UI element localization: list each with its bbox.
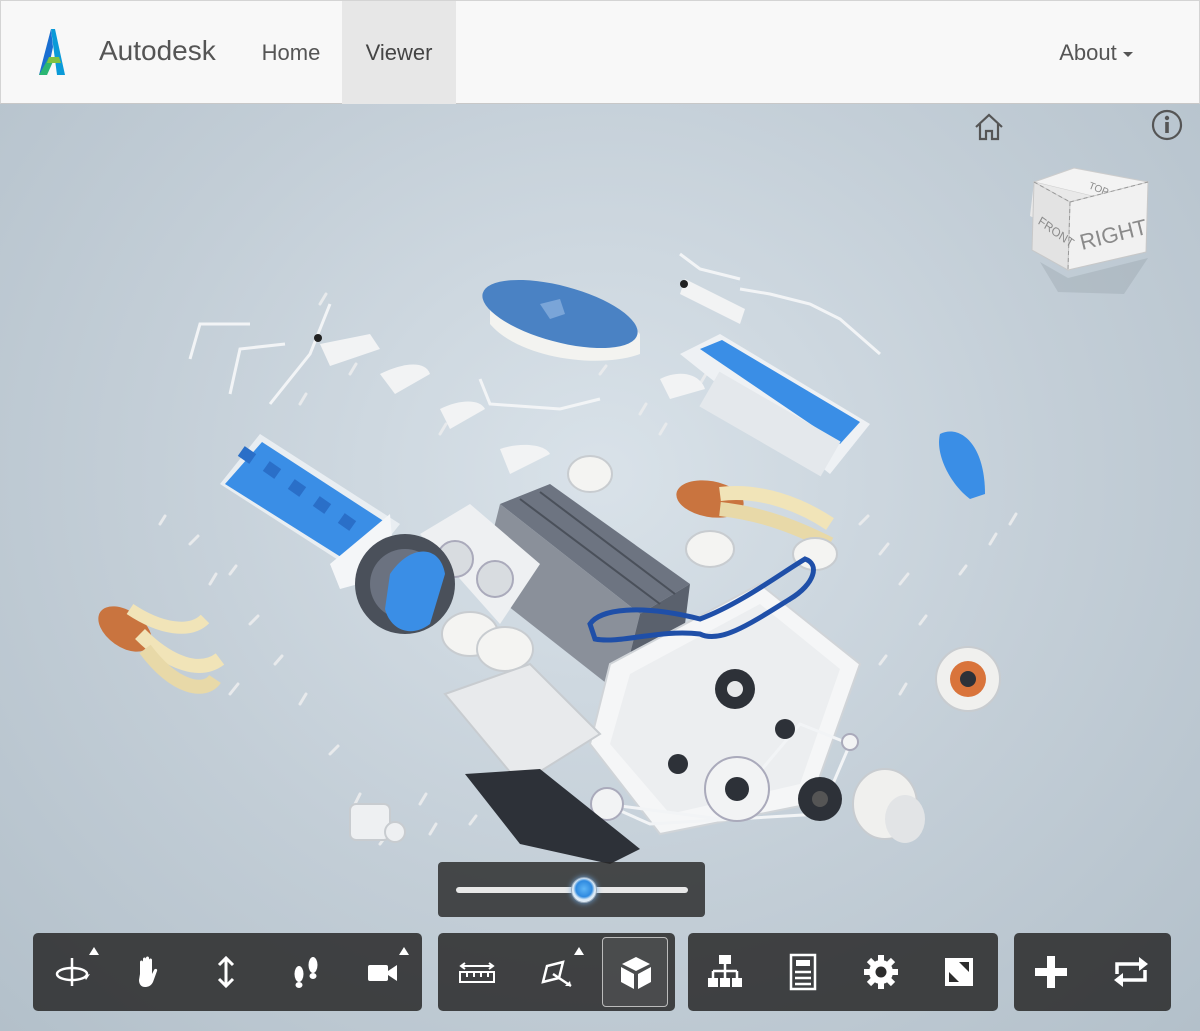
settings-toolbar <box>688 933 998 1011</box>
model-tree-icon <box>708 955 742 987</box>
properties-button[interactable] <box>770 937 836 1007</box>
orbit-icon <box>55 958 90 986</box>
section-icon <box>541 960 572 988</box>
home-view-icon[interactable] <box>972 110 1006 144</box>
orbit-button[interactable] <box>39 937 105 1007</box>
fullscreen-button[interactable] <box>926 937 992 1007</box>
nav-about-dropdown[interactable]: About <box>1041 1 1151 104</box>
autodesk-logo-icon[interactable] <box>31 27 71 79</box>
nav-viewer-link[interactable]: Viewer <box>342 1 456 104</box>
viewer-canvas[interactable]: TOP FRONT RIGHT <box>0 104 1200 1031</box>
nav-home-link[interactable]: Home <box>243 1 339 104</box>
camera-submenu-indicator <box>399 947 409 955</box>
brand-name[interactable]: Autodesk <box>99 35 216 67</box>
dolly-icon <box>217 955 235 989</box>
fullscreen-icon <box>945 958 973 986</box>
measure-icon <box>459 962 495 983</box>
section-submenu-indicator <box>574 947 584 955</box>
top-navbar: Autodesk Home Viewer About <box>0 0 1200 104</box>
explode-slider-panel <box>438 862 705 917</box>
walk-footprints-icon <box>294 957 318 988</box>
measure-button[interactable] <box>444 937 510 1007</box>
section-button[interactable] <box>524 937 590 1007</box>
modeling-toolbar <box>438 933 675 1011</box>
refresh-button[interactable] <box>1098 937 1164 1007</box>
orbit-submenu-indicator <box>89 947 99 955</box>
chevron-down-icon <box>1122 51 1133 57</box>
explode-slider-thumb[interactable] <box>570 877 597 903</box>
explode-cube-icon <box>621 957 651 989</box>
navigation-toolbar <box>33 933 422 1011</box>
pan-button[interactable] <box>115 937 181 1007</box>
camera-button[interactable] <box>349 937 415 1007</box>
properties-icon <box>789 953 817 991</box>
settings-gear-icon <box>864 955 898 989</box>
dolly-button[interactable] <box>193 937 259 1007</box>
info-icon[interactable] <box>1150 108 1184 142</box>
about-label: About <box>1059 40 1117 65</box>
camera-icon <box>368 965 397 981</box>
model-browser-button[interactable] <box>692 937 758 1007</box>
extensions-toolbar <box>1014 933 1171 1011</box>
add-button[interactable] <box>1018 937 1084 1007</box>
add-plus-icon <box>1035 956 1067 988</box>
explode-button[interactable] <box>602 937 668 1007</box>
settings-button[interactable] <box>848 937 914 1007</box>
pan-hand-icon <box>139 956 158 987</box>
view-cube[interactable]: TOP FRONT RIGHT <box>1028 166 1154 298</box>
walk-button[interactable] <box>273 937 339 1007</box>
refresh-loop-icon <box>1114 957 1148 987</box>
